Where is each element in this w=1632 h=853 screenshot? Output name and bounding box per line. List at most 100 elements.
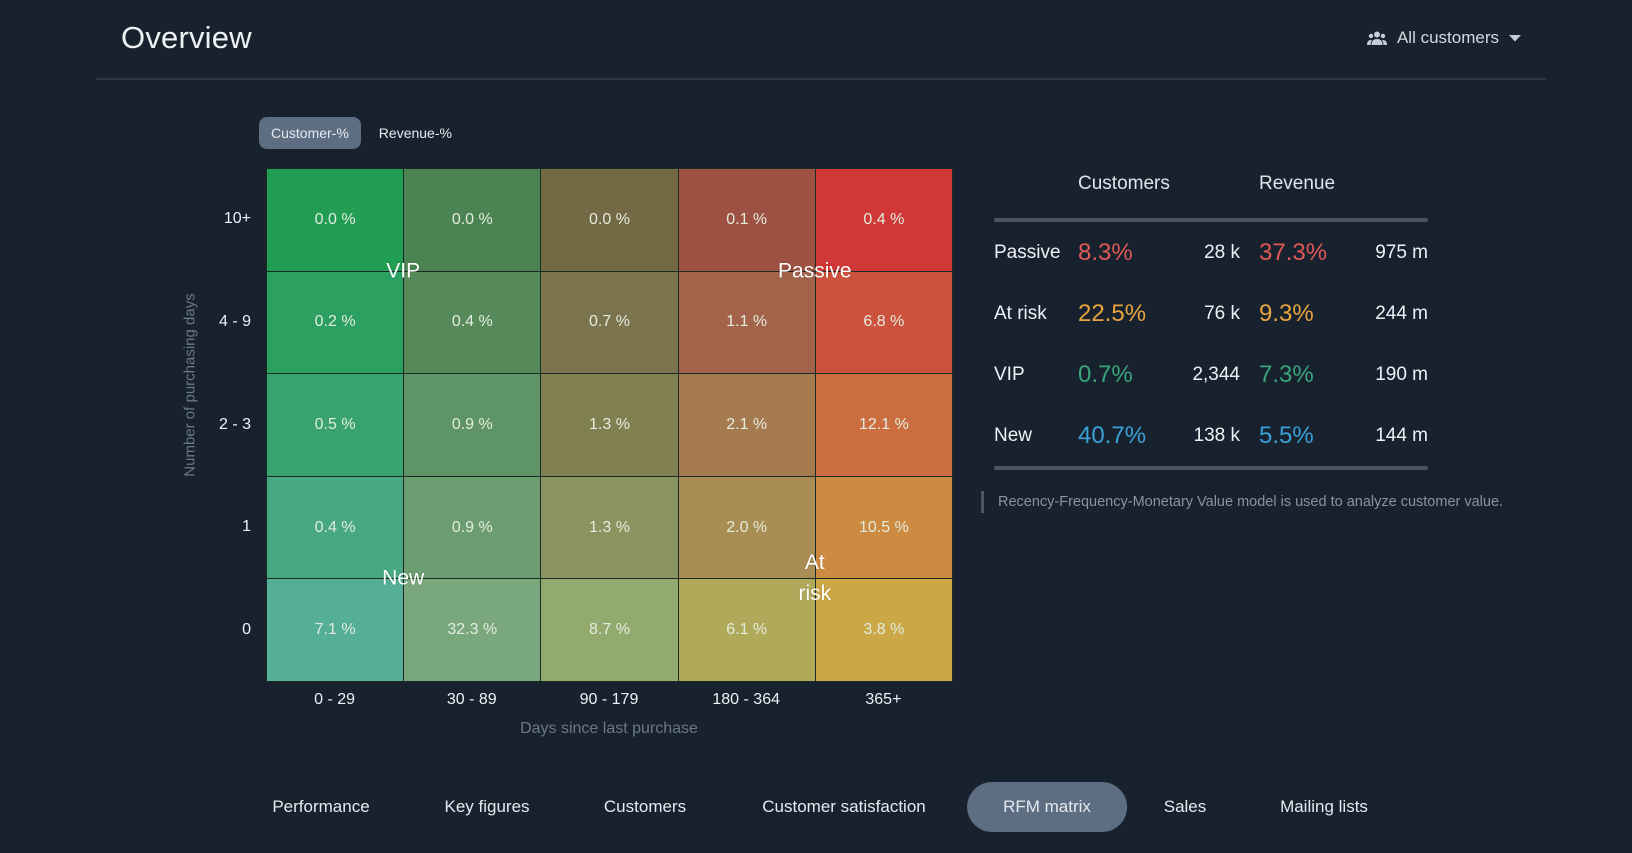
cell-value-label: 1.1 % (726, 313, 768, 331)
revenue-amount: 144 m (1375, 424, 1428, 446)
heatmap-cell: 0.0 % (266, 168, 405, 272)
revenue-percent: 7.3% (1259, 360, 1314, 388)
customer-percent: 22.5% (1078, 299, 1147, 327)
summary-bottom-divider (994, 466, 1428, 470)
heatmap-cell: 10.5 % (814, 475, 953, 580)
nav-tab-sales[interactable]: Sales (1128, 782, 1243, 832)
heatmap-cell: 7.1 % (266, 578, 405, 682)
customer-count: 138 k (1193, 424, 1240, 446)
heatmap-cell: 2.0 % (677, 475, 816, 580)
cell-value-label: 10.5 % (858, 518, 909, 536)
cell-value-label: 0.2 % (314, 313, 356, 331)
cell-value-label: 3.8 % (863, 621, 905, 639)
heatmap-cell: 8.7 % (540, 578, 679, 682)
heatmap-cell: 6.1 % (677, 578, 816, 682)
cell-value-label: 1.3 % (589, 518, 630, 536)
summary-rows: Passive 8.3% 28 k 37.3% 975 m At risk 22.5% 76 … (994, 222, 1428, 466)
cell-value-label: 0.9 % (451, 415, 493, 433)
heatmap-cell: 0.0 % (403, 168, 542, 272)
heatmap-cell: 0.1 % (677, 168, 816, 272)
customer-count: 2,344 (1192, 363, 1240, 385)
heatmap-cell: 0.0 % (540, 168, 679, 272)
nav-tab-key-figures[interactable]: Key figures (408, 782, 565, 832)
x-tick-label: 30 - 89 (446, 691, 497, 708)
x-tick-label: 180 - 364 (712, 691, 780, 708)
rfm-heatmap: 0.0 % 0.0 % 0.0 % 0.1 % 0.4 % 0.2 % 0.4 % 0.7 %… (266, 168, 953, 682)
header: Overview All customers (96, 0, 1546, 80)
customer-percent: 40.7% (1078, 421, 1147, 449)
cell-value-label: 0.4 % (451, 313, 493, 331)
cell-value-label: 0.0 % (314, 210, 356, 228)
rfm-note: Recency-Frequency-Monetary Value model i… (981, 491, 1503, 513)
heatmap-cell: 32.3 % (403, 578, 542, 682)
nav-tab-performance[interactable]: Performance (236, 782, 405, 832)
segment-name: New (994, 424, 1033, 446)
nav-tab-rfm-matrix[interactable]: RFM matrix (967, 782, 1127, 832)
summary-row-new: New 40.7% 138 k 5.5% 144 m (994, 405, 1428, 466)
cell-value-label: 2.1 % (726, 415, 768, 433)
cell-value-label: 2.0 % (726, 518, 768, 536)
cell-value-label: 1.3 % (589, 415, 630, 433)
x-tick-label: 0 - 29 (314, 691, 356, 708)
customer-percent: 8.3% (1078, 238, 1133, 266)
heatmap-cell: 0.5 % (266, 373, 405, 477)
customers-column-header: Customers (1078, 173, 1170, 194)
caret-down-icon (1509, 34, 1521, 42)
segment-name: VIP (994, 363, 1025, 385)
summary-row-vip: VIP 0.7% 2,344 7.3% 190 m (994, 344, 1428, 405)
cell-value-label: 0.4 % (314, 518, 356, 536)
heatmap-cell: 2.1 % (677, 373, 816, 477)
customer-percent: 0.7% (1078, 360, 1133, 388)
heatmap-cell: 0.7 % (540, 270, 679, 375)
revenue-percent: 9.3% (1259, 299, 1314, 327)
y-tick-label: 2 - 3 (218, 415, 251, 433)
cell-value-label: 32.3 % (447, 621, 498, 639)
segment-summary-table: Customers Revenue Passive 8.3% 28 k 37.3% 97… (994, 168, 1428, 470)
heatmap-cell: 1.3 % (540, 373, 679, 477)
nav-tab-customers[interactable]: Customers (568, 782, 722, 832)
cell-value-label: 0.1 % (726, 210, 768, 228)
cell-value-label: 7.1 % (314, 621, 356, 639)
cell-value-label: 6.8 % (863, 313, 905, 331)
cell-value-label: 0.0 % (451, 210, 493, 228)
heatmap-cell: 1.3 % (540, 475, 679, 580)
revenue-percent: 5.5% (1259, 421, 1314, 449)
page-title: Overview (121, 20, 252, 55)
bottom-nav: Performance Key figures Customers Customer … (0, 782, 1632, 832)
heatmap-cell: 0.9 % (403, 475, 542, 580)
customer-filter-dropdown[interactable]: All customers (1366, 28, 1521, 48)
heatmap-cell: 0.2 % (266, 270, 405, 375)
segment-name: At risk (994, 302, 1047, 324)
revenue-percent: 37.3% (1259, 238, 1328, 266)
heatmap-cell: 1.1 % (677, 270, 816, 375)
x-axis-title: Days since last purchase (520, 720, 698, 737)
revenue-column-header: Revenue (1259, 173, 1336, 194)
cell-value-label: 0.5 % (314, 415, 356, 433)
cell-value-label: 6.1 % (726, 621, 768, 639)
toggle-revenue-pct[interactable]: Revenue-% (367, 117, 464, 149)
heatmap-cell: 6.8 % (814, 270, 953, 375)
customer-count: 76 k (1204, 302, 1240, 324)
cell-value-label: 0.0 % (589, 210, 630, 228)
summary-row-passive: Passive 8.3% 28 k 37.3% 975 m (994, 222, 1428, 283)
heatmap-cell: 0.9 % (403, 373, 542, 477)
y-tick-label: 10+ (223, 210, 251, 228)
nav-tab-customer-satisfaction[interactable]: Customer satisfaction (726, 782, 961, 832)
revenue-amount: 975 m (1375, 241, 1428, 263)
revenue-amount: 244 m (1375, 302, 1428, 324)
heatmap-cell: 0.4 % (266, 475, 405, 580)
y-tick-label: 4 - 9 (218, 312, 251, 330)
nav-tab-mailing-lists[interactable]: Mailing lists (1244, 782, 1404, 832)
heatmap-cell: 0.4 % (403, 270, 542, 375)
cell-value-label: 8.7 % (589, 621, 630, 639)
customer-filter-label: All customers (1396, 28, 1499, 47)
users-icon (1366, 31, 1387, 45)
cell-value-label: 0.9 % (451, 518, 493, 536)
x-tick-label: 365+ (865, 691, 902, 708)
y-tick-label: 0 (242, 620, 251, 638)
toggle-customer-pct[interactable]: Customer-% (259, 117, 361, 149)
summary-header: Customers Revenue (994, 168, 1428, 218)
x-tick-label: 90 - 179 (579, 691, 639, 708)
cell-value-label: 0.7 % (589, 313, 630, 331)
summary-row-at-risk: At risk 22.5% 76 k 9.3% 244 m (994, 283, 1428, 344)
